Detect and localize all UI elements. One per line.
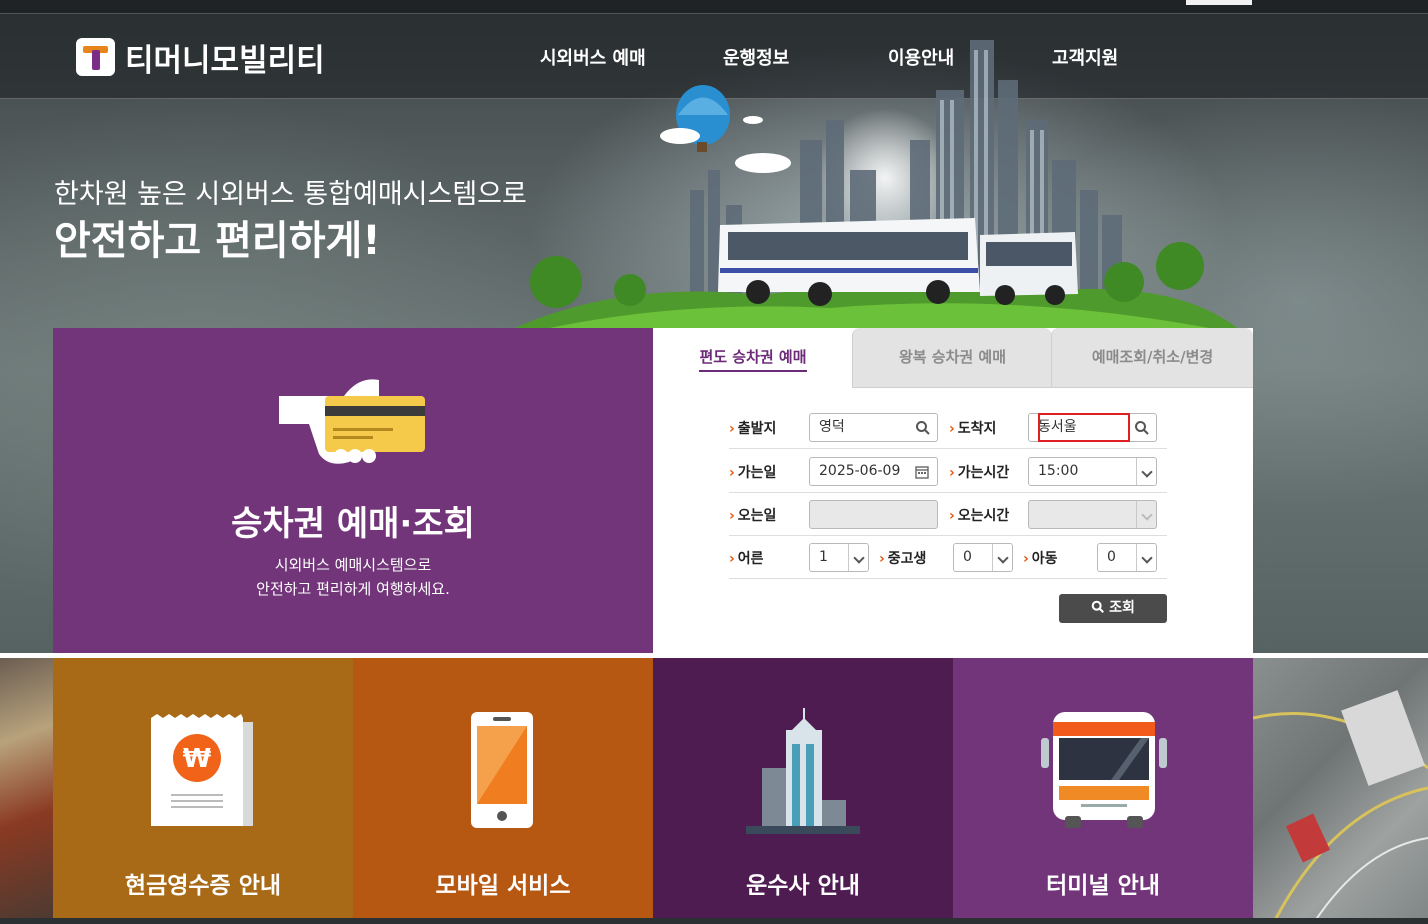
- logo-text: 티머니모빌리티: [125, 42, 325, 79]
- route-row: 출발지 영덕 도착지 동서울: [729, 406, 1167, 449]
- arrive-highlight: [1038, 413, 1130, 442]
- hero-subtitle: 한차원 높은 시외버스 통합예매시스템으로: [54, 179, 527, 210]
- promo-desc-line1: 시외버스 예매시스템으로: [274, 556, 432, 574]
- return-date-label: 오는일: [729, 505, 777, 525]
- go-date-input[interactable]: 2025-06-09: [809, 457, 938, 486]
- depart-value: 영덕: [819, 419, 845, 435]
- tile-mobile-service[interactable]: 모바일 서비스: [353, 658, 653, 924]
- tab-lookup-cancel[interactable]: 예매조회/취소/변경: [1051, 328, 1253, 388]
- tile-label: 운수사 안내: [746, 873, 860, 899]
- child-label: 아동: [1023, 548, 1058, 568]
- go-time-select[interactable]: 15:00: [1028, 457, 1157, 486]
- search-icon: [1091, 600, 1105, 613]
- adult-count-select[interactable]: 1: [809, 543, 869, 572]
- tab-one-way[interactable]: 편도 승차권 예매: [653, 328, 853, 388]
- top-utility-box[interactable]: [1186, 0, 1252, 5]
- logo[interactable]: 티머니모빌리티: [76, 38, 325, 79]
- depart-input[interactable]: 영덕: [809, 413, 938, 442]
- search-button-label: 조회: [1109, 600, 1135, 616]
- go-date-value: 2025-06-09: [819, 463, 901, 479]
- youth-label: 중고생: [879, 548, 927, 568]
- adult-count-value: 1: [819, 549, 828, 565]
- passengers-row: 어른 1 중고생 0 아동 0: [729, 536, 1167, 579]
- tile-label: 모바일 서비스: [435, 873, 571, 899]
- search-button[interactable]: 조회: [1059, 594, 1167, 623]
- chevron-down-icon: [1136, 501, 1156, 528]
- ticket-card-hand-icon: [279, 379, 425, 464]
- hero-title: 안전하고 편리하게!: [54, 218, 381, 264]
- promo-desc-line2: 안전하고 편리하게 여행하세요.: [256, 580, 450, 598]
- tile-label: 터미널 안내: [1046, 873, 1160, 899]
- tab-round-trip[interactable]: 왕복 승차권 예매: [852, 328, 1052, 388]
- chevron-down-icon: [848, 544, 868, 571]
- promo-title: 승차권 예매·조회: [231, 504, 475, 544]
- side-photo-right: [1253, 658, 1428, 924]
- bottom-bar: [0, 918, 1428, 924]
- ticket-promo-panel: 승차권 예매·조회 시외버스 예매시스템으로 안전하고 편리하게 여행하세요.: [53, 328, 653, 658]
- booking-form: 편도 승차권 예매 왕복 승차권 예매 예매조회/취소/변경 출발지 영덕 도착…: [653, 328, 1253, 658]
- return-date-row: 오는일 오는시간: [729, 493, 1167, 536]
- go-time-label: 가는시간: [949, 462, 1010, 482]
- top-strip: [0, 0, 1428, 14]
- child-count-select[interactable]: 0: [1097, 543, 1157, 572]
- bus-front-icon: [1041, 712, 1167, 828]
- tile-cash-receipt[interactable]: ₩ 현금영수증 안내: [53, 658, 353, 924]
- smartphone-icon: [471, 712, 533, 828]
- search-icon[interactable]: [1134, 420, 1150, 436]
- go-date-label: 가는일: [729, 462, 777, 482]
- departure-date-row: 가는일 2025-06-09 가는시간 15:00: [729, 450, 1167, 493]
- receipt-icon: ₩: [151, 714, 253, 826]
- depart-label: 출발지: [729, 418, 777, 438]
- chevron-down-icon: [1136, 458, 1156, 485]
- chevron-down-icon: [992, 544, 1012, 571]
- tile-transport-companies[interactable]: 운수사 안내: [653, 658, 953, 924]
- return-time-select[interactable]: [1028, 500, 1157, 529]
- youth-count-select[interactable]: 0: [953, 543, 1013, 572]
- adult-label: 어른: [729, 548, 764, 568]
- booking-tabs: 편도 승차권 예매 왕복 승차권 예매 예매조회/취소/변경: [653, 328, 1253, 388]
- promo-pointer: [653, 493, 665, 525]
- go-time-value: 15:00: [1038, 463, 1079, 479]
- chevron-down-icon: [1136, 544, 1156, 571]
- promo-description: 시외버스 예매시스템으로 안전하고 편리하게 여행하세요.: [53, 553, 653, 601]
- tile-label: 현금영수증 안내: [124, 873, 282, 899]
- building-icon: [746, 708, 860, 834]
- youth-count-value: 0: [963, 549, 972, 565]
- tile-terminal-info[interactable]: 터미널 안내: [953, 658, 1253, 924]
- city-bus-illustration: [510, 40, 1240, 330]
- svg-text:₩: ₩: [183, 744, 212, 774]
- calendar-icon[interactable]: [915, 465, 929, 479]
- arrive-label: 도착지: [949, 418, 997, 438]
- search-icon[interactable]: [915, 420, 931, 436]
- side-photo-left: [0, 658, 53, 924]
- child-count-value: 0: [1107, 549, 1116, 565]
- tab-one-way-label: 편도 승차권 예매: [699, 348, 807, 372]
- return-date-input[interactable]: [809, 500, 938, 529]
- return-time-label: 오는시간: [949, 505, 1010, 525]
- logo-icon: [76, 38, 115, 76]
